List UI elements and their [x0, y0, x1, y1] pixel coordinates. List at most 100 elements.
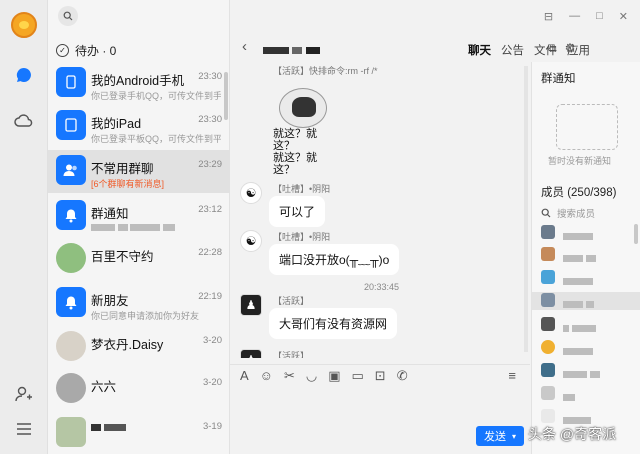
conversation-item[interactable]: 梦衣丹.Daisy 3-20	[48, 326, 230, 369]
menu-icon[interactable]	[13, 418, 35, 440]
pin-icon[interactable]: ⊟	[544, 10, 553, 23]
member-name	[563, 251, 597, 265]
search-icon	[63, 11, 73, 21]
conversation-name: 不常用群聊	[91, 162, 154, 176]
avatar[interactable]: ♟	[240, 349, 262, 358]
tab-announcement[interactable]: 公告	[501, 42, 524, 58]
back-icon[interactable]: ‹	[242, 38, 247, 55]
member-search[interactable]: 搜索成员	[541, 206, 595, 220]
conversation-name: 我的Android手机	[91, 74, 185, 88]
member-row[interactable]	[541, 224, 637, 242]
maximize-icon[interactable]: □	[596, 10, 603, 23]
sender-name: 【活跃】	[273, 296, 310, 306]
font-icon[interactable]: A	[240, 368, 249, 383]
avatar	[541, 247, 555, 261]
conversation-item[interactable]: 群通知 23:12	[48, 195, 230, 238]
image-icon[interactable]: ▣	[328, 368, 340, 384]
group-side-panel: 群通知 暂时没有新通知 成员 (250/398) 搜索成员	[531, 62, 640, 454]
avatar	[541, 386, 555, 400]
meme-face-icon	[279, 88, 327, 128]
conversation-item[interactable]: 3-19	[48, 412, 230, 454]
conversation-time: 3-19	[202, 421, 222, 432]
search-icon	[541, 208, 551, 218]
sender-name: 【活跃】快排命令:rm -rf /*	[273, 66, 378, 76]
add-contact-icon[interactable]	[13, 383, 35, 405]
scissors-icon[interactable]: ✂	[284, 368, 295, 384]
member-row[interactable]	[541, 246, 637, 264]
chat-scrollbar[interactable]	[524, 66, 528, 352]
close-icon[interactable]: ✕	[619, 10, 628, 23]
tab-chat[interactable]: 聊天	[468, 42, 491, 58]
notice-title: 群通知	[541, 73, 576, 85]
conversation-time: 23:12	[198, 204, 222, 215]
conversation-name: 百里不守约	[91, 250, 154, 264]
conversation-item[interactable]: 我的iPad 23:30 你已登录平板QQ，可传文件到平板	[48, 105, 230, 148]
cloud-icon[interactable]	[13, 110, 35, 132]
bell-icon	[56, 200, 86, 230]
conversation-preview: 你已同意申请添加你为好友	[91, 311, 200, 321]
member-name	[563, 274, 593, 288]
conversation-name: 六六	[91, 380, 117, 394]
member-row[interactable]	[541, 385, 637, 403]
favorite-icon[interactable]: ◡	[306, 368, 317, 384]
yin-yang-avatar[interactable]: ☯	[240, 230, 262, 252]
member-row[interactable]	[541, 339, 637, 357]
avatar	[541, 225, 555, 239]
conversation-preview: 你已登录平板QQ，可传文件到平板	[91, 134, 221, 144]
message-bubble[interactable]: 端口没开放o(╥﹏╥)o	[269, 244, 400, 275]
list-scrollbar[interactable]	[224, 72, 228, 120]
avatar[interactable]: ♟	[240, 294, 262, 316]
conversation-time: 3-20	[202, 335, 222, 346]
member-row[interactable]	[532, 292, 640, 310]
conversation-time: 22:28	[198, 247, 222, 258]
avatar	[56, 373, 86, 403]
notice-empty-text: 暂时没有新通知	[548, 156, 612, 166]
member-row[interactable]	[541, 362, 637, 380]
phone-call-icon[interactable]: ✆	[397, 368, 408, 384]
search-button[interactable]	[58, 6, 78, 26]
send-button[interactable]: 发送 ▾	[476, 426, 524, 446]
todo-header[interactable]: ✓ 待办 · 0	[56, 42, 116, 58]
empty-notice-icon	[556, 104, 618, 150]
yin-yang-avatar[interactable]: ☯	[240, 182, 262, 204]
avatar	[541, 317, 555, 331]
sticker-image[interactable]: 就这？就这？ 就这？就这？	[269, 88, 337, 176]
todo-label: 待办 · 0	[75, 43, 117, 58]
conversation-item[interactable]: 六六 3-20	[48, 368, 230, 411]
conversation-item[interactable]: 我的Android手机 23:30 你已登录手机QQ，可传文件到手机	[48, 62, 230, 105]
qq-logo	[11, 12, 37, 38]
conversation-name: 梦衣丹.Daisy	[91, 338, 164, 352]
message-bubble[interactable]: 大哥们有没有资源网	[269, 308, 398, 339]
gear-icon[interactable]: ⚙	[565, 41, 576, 56]
chevron-down-icon[interactable]: ▾	[512, 432, 516, 441]
chat-history-icon[interactable]: ≡	[508, 368, 516, 383]
screen-share-icon[interactable]: ⧉	[548, 41, 557, 56]
conversation-item[interactable]: 不常用群聊 23:29 [6个群聊有新消息]	[48, 150, 230, 193]
chat-header: ‹ 聊天 公告 文件 应用	[230, 36, 590, 62]
chat-icon[interactable]	[13, 64, 35, 86]
avatar	[56, 243, 86, 273]
folder-icon[interactable]: ▭	[352, 368, 364, 384]
conversation-time: 23:29	[198, 159, 222, 170]
member-name	[563, 367, 601, 381]
conversation-preview	[91, 222, 221, 232]
phone-icon	[56, 67, 86, 97]
conversation-time: 3-20	[202, 377, 222, 388]
avatar	[541, 293, 555, 307]
emoji-icon[interactable]: ☺	[260, 368, 273, 383]
avatar	[541, 409, 555, 423]
check-circle-icon: ✓	[56, 43, 69, 57]
member-name	[563, 321, 597, 335]
member-row[interactable]	[541, 316, 637, 334]
red-packet-icon[interactable]: ⊡	[375, 368, 386, 384]
chat-title	[263, 43, 320, 57]
input-toolbar: A ☺ ✂ ◡ ▣ ▭ ⊡ ✆ ≡	[230, 364, 530, 386]
left-rail	[0, 0, 48, 454]
conversation-item[interactable]: 百里不守约 22:28	[48, 238, 230, 281]
minimize-icon[interactable]: —	[569, 10, 580, 23]
sender-name: 【活跃】	[273, 351, 310, 358]
conversation-item[interactable]: 新朋友 22:19 你已同意申请添加你为好友	[48, 282, 230, 325]
message-bubble[interactable]: 可以了	[269, 196, 326, 227]
member-row[interactable]	[541, 269, 637, 287]
avatar	[541, 270, 555, 284]
